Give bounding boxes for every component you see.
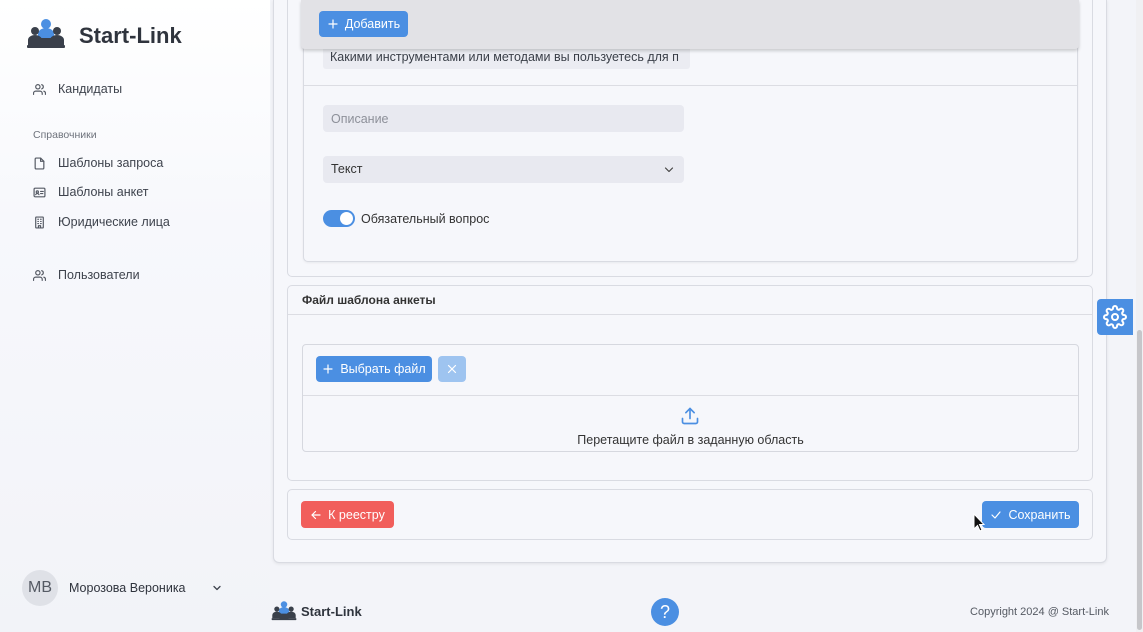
file-icon — [34, 156, 45, 170]
answer-type-value: Текст — [331, 162, 363, 176]
save-button[interactable]: Сохранить — [982, 501, 1079, 528]
sidebar-item-users[interactable]: Пользователи — [33, 265, 253, 285]
sidebar-item-label: Кандидаты — [58, 82, 123, 96]
sidebar-item-label: Юридические лица — [58, 215, 170, 229]
footer-logo-icon — [271, 601, 297, 621]
arrow-left-icon — [311, 510, 321, 519]
drop-hint: Перетащите файл в заданную область — [577, 433, 804, 447]
toggle-knob — [340, 212, 353, 225]
required-toggle-label: Обязательный вопрос — [361, 212, 490, 226]
sidebar-item-label: Шаблоны запроса — [58, 156, 164, 170]
close-icon — [447, 364, 457, 374]
chevron-down-icon — [664, 167, 674, 173]
users-icon — [33, 269, 46, 281]
logo-icon[interactable] — [26, 18, 66, 50]
chevron-down-icon[interactable] — [211, 582, 223, 594]
sidebar-item-legal-entities[interactable]: Юридические лица — [33, 212, 253, 232]
help-button[interactable]: ? — [651, 598, 679, 626]
questions-toolbar: Добавить — [301, 0, 1079, 49]
panel-title: Файл шаблона анкеты — [302, 293, 436, 307]
sidebar: Start-Link Кандидаты Справочники Шаблоны… — [0, 0, 270, 632]
settings-button[interactable] — [1097, 299, 1133, 335]
plus-icon — [323, 364, 333, 374]
choose-file-label: Выбрать файл — [340, 362, 426, 376]
gear-icon — [1103, 305, 1127, 329]
sidebar-section-title: Справочники — [33, 129, 97, 141]
file-upload[interactable]: Выбрать файл Перетащите файл в заданную … — [302, 344, 1079, 452]
divider — [288, 314, 1092, 315]
mouse-cursor — [973, 513, 985, 532]
user-name: Морозова Вероника — [69, 581, 186, 595]
clear-file-button[interactable] — [438, 356, 466, 382]
users-icon — [33, 83, 46, 95]
back-to-registry-button[interactable]: К реестру — [301, 501, 394, 528]
check-icon — [991, 510, 1002, 519]
upload-icon — [681, 407, 699, 425]
building-icon — [35, 215, 44, 229]
answer-type-select[interactable]: Текст — [323, 156, 684, 183]
footer-brand: Start-Link — [301, 604, 362, 619]
back-label: К реестру — [328, 507, 385, 522]
plus-icon — [328, 19, 338, 29]
user-menu[interactable]: МВ Морозова Вероника — [22, 570, 232, 606]
required-toggle[interactable] — [323, 210, 355, 227]
sidebar-item-request-templates[interactable]: Шаблоны запроса — [33, 153, 253, 173]
app-title[interactable]: Start-Link — [79, 22, 182, 50]
id-card-icon — [33, 187, 46, 197]
description-input[interactable] — [323, 105, 684, 132]
file-upload-toolbar: Выбрать файл — [303, 345, 1078, 396]
save-label: Сохранить — [1008, 507, 1071, 522]
scrollbar-thumb[interactable] — [1137, 330, 1142, 630]
sidebar-item-label: Пользователи — [58, 268, 140, 282]
choose-file-button[interactable]: Выбрать файл — [316, 356, 432, 382]
copyright: Copyright 2024 @ Start-Link — [970, 606, 1109, 618]
divider — [304, 85, 1077, 86]
add-question-button[interactable]: Добавить — [319, 11, 408, 37]
avatar: МВ — [22, 570, 58, 606]
sidebar-item-label: Шаблоны анкет — [58, 185, 149, 199]
sidebar-item-candidates[interactable]: Кандидаты — [33, 79, 253, 99]
sidebar-item-questionnaire-templates[interactable]: Шаблоны анкет — [33, 182, 253, 202]
add-question-label: Добавить — [344, 17, 401, 31]
